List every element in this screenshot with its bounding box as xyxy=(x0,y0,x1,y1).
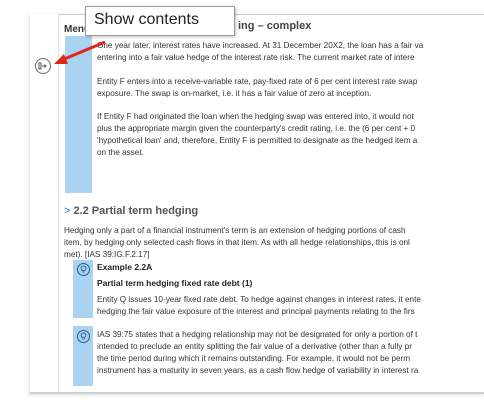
lightbulb-icon xyxy=(77,330,90,343)
paragraph-line: Hedging only a part of a financial instr… xyxy=(64,226,406,235)
panel-bottom-border xyxy=(30,392,484,393)
show-contents-button[interactable] xyxy=(35,58,51,74)
paragraph-line: Entity Q issues 10-year fixed rate debt.… xyxy=(97,295,421,304)
red-arrow-icon xyxy=(54,40,106,64)
paragraph-line: Entity F enters into a receive-variable … xyxy=(97,77,418,86)
heading-text: 2.2 Partial term hedging xyxy=(73,205,199,217)
paragraph-line: hedging the fair value exposure of the i… xyxy=(97,307,415,316)
paragraph-line: 'hypothetical loan' and, therefore, Enti… xyxy=(97,136,418,145)
paragraph-line: met). [IAS 39:IG.F.2.17] xyxy=(64,250,150,259)
lightbulb-icon xyxy=(77,263,90,276)
paragraph-line: the time period during which it remains … xyxy=(97,354,411,363)
chevron-right-icon: > xyxy=(64,205,71,217)
paragraph-line: item, by hedging only selected cash flow… xyxy=(64,238,410,247)
paragraph-line: plus the appropriate margin given the co… xyxy=(97,124,416,133)
show-contents-tooltip: Show contents xyxy=(85,6,235,36)
section-title: ing – complex xyxy=(238,20,312,32)
paragraph-line: One year later, interest rates have incr… xyxy=(97,41,424,50)
paragraph-line: on the asset. xyxy=(97,148,144,157)
expand-contents-icon xyxy=(38,62,47,70)
paragraph-line: exposure. The swap is on-market, i.e. it… xyxy=(97,89,372,98)
paragraph-line: IAS 39:75 states that a hedging relation… xyxy=(97,330,418,339)
paragraph-line: intended to preclude an entity splitting… xyxy=(97,342,412,351)
example-label: Example 2.2A xyxy=(97,262,153,272)
heading-partial-term-hedging[interactable]: >2.2 Partial term hedging xyxy=(64,205,198,217)
example-title: Partial term hedging fixed rate debt (1) xyxy=(97,278,253,288)
paragraph-line: entering into a fair value hedge of the … xyxy=(97,53,415,62)
paragraph-line: instrument has a maturity in seven years… xyxy=(97,366,419,375)
paragraph-line: If Entity F had originated the loan when… xyxy=(97,112,414,121)
